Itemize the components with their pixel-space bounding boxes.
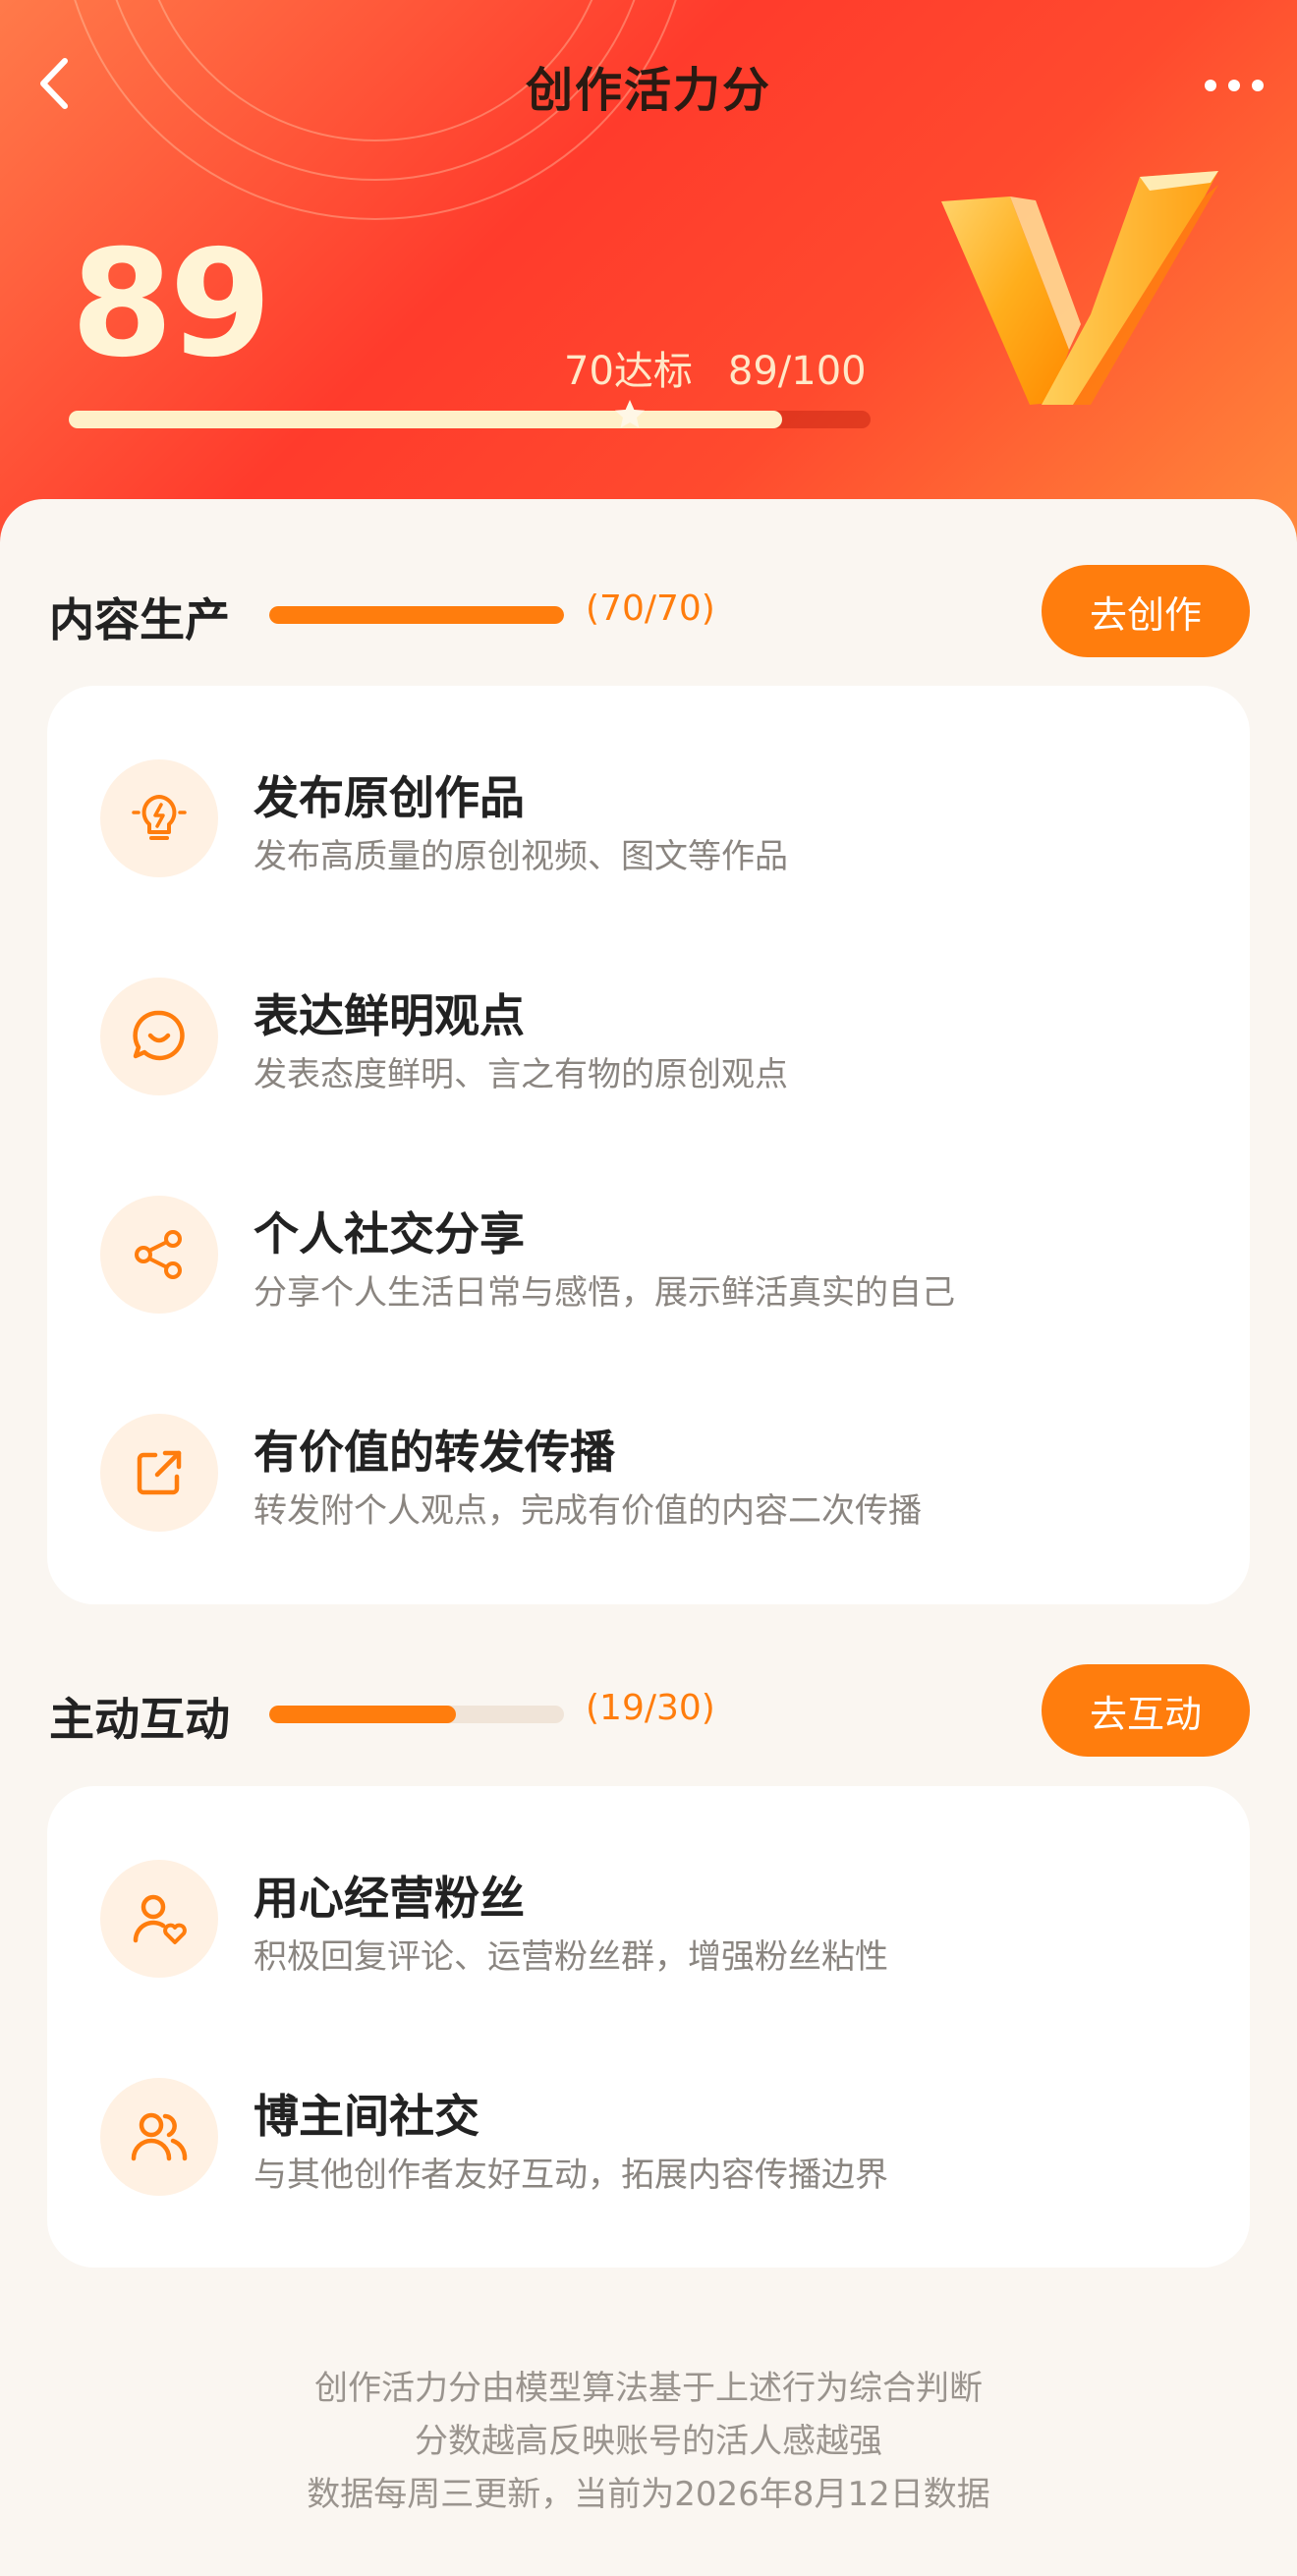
list-item[interactable]: 表达鲜明观点 发表态度鲜明、言之有物的原创观点 [47, 904, 1250, 1122]
section-title: 主动互动 [49, 1693, 230, 1746]
item-title: 有价值的转发传播 [254, 1426, 615, 1479]
page-title: 创作活力分 [525, 63, 771, 118]
content-production-card: 发布原创作品 发布高质量的原创视频、图文等作品 表达鲜明观点 发表态度鲜明、言之… [47, 686, 1250, 1604]
section-progress-bar [269, 1706, 564, 1723]
smile-chat-icon [133, 1010, 185, 1061]
section-progress-fill [269, 606, 564, 624]
item-title: 博主间社交 [254, 2090, 479, 2143]
hero-banner: 创作活力分 89 70达标 89/100 [0, 0, 1297, 550]
lightbulb-icon [132, 795, 187, 840]
item-description: 分享个人生活日常与感悟，展示鲜活真实的自己 [254, 1273, 955, 1313]
footer-line: 数据每周三更新，当前为2026年8月12日数据 [307, 2475, 990, 2514]
users-icon [131, 2112, 188, 2161]
section-header-active-interaction: 主动互动 (19/30) 去互动 [0, 1664, 1297, 1759]
score-progress-text: 89/100 [727, 349, 867, 394]
user-heart-icon [133, 1894, 187, 1944]
score-progress-bar [69, 400, 871, 428]
score-value: 89 [71, 219, 272, 390]
item-title: 用心经营粉丝 [254, 1872, 525, 1925]
list-item[interactable]: 有价值的转发传播 转发附个人观点，完成有价值的内容二次传播 [47, 1340, 1250, 1558]
item-title: 发布原创作品 [254, 771, 525, 824]
list-item[interactable]: 博主间社交 与其他创作者友好互动，拓展内容传播边界 [47, 2004, 1250, 2222]
item-description: 发表态度鲜明、言之有物的原创观点 [254, 1055, 788, 1094]
section-progress-fill [269, 1706, 456, 1723]
more-button[interactable] [1195, 49, 1273, 118]
icon-circle [100, 1196, 218, 1314]
score-progress-fill [69, 411, 783, 428]
section-header-content-production: 内容生产 (70/70) 去创作 [0, 565, 1297, 659]
section-title: 内容生产 [49, 593, 230, 646]
footer-note: 创作活力分由模型算法基于上述行为综合判断 分数越高反映账号的活人感越强 数据每周… [0, 2362, 1297, 2521]
icon-circle [100, 1414, 218, 1532]
item-description: 转发附个人观点，完成有价值的内容二次传播 [254, 1491, 922, 1531]
top-bar: 创作活力分 [0, 39, 1297, 128]
item-description: 发布高质量的原创视频、图文等作品 [254, 837, 788, 876]
section-progress-text: (70/70) [586, 588, 715, 629]
forward-icon [137, 1450, 182, 1495]
threshold-label: 70达标 [564, 349, 693, 394]
share-icon [135, 1230, 182, 1279]
section-progress-text: (19/30) [586, 1688, 715, 1728]
more-dots-icon [1205, 80, 1264, 91]
item-title: 个人社交分享 [254, 1207, 525, 1260]
create-button[interactable]: 去创作 [1042, 565, 1250, 657]
interact-button[interactable]: 去互动 [1042, 1664, 1250, 1757]
section-progress-bar [269, 606, 564, 624]
v-badge-icon [941, 171, 1218, 405]
item-description: 与其他创作者友好互动，拓展内容传播边界 [254, 2156, 888, 2195]
list-item[interactable]: 发布原创作品 发布高质量的原创视频、图文等作品 [47, 686, 1250, 904]
threshold-star-icon [615, 400, 646, 428]
list-item[interactable]: 用心经营粉丝 积极回复评论、运营粉丝群，增强粉丝粘性 [47, 1786, 1250, 2004]
item-title: 表达鲜明观点 [254, 989, 525, 1042]
icon-circle [100, 978, 218, 1095]
footer-line: 分数越高反映账号的活人感越强 [415, 2422, 882, 2461]
icon-circle [100, 759, 218, 877]
score-meta: 70达标 89/100 [564, 339, 867, 396]
active-interaction-card: 用心经营粉丝 积极回复评论、运营粉丝群，增强粉丝粘性 博主间社交 与其他创作者友… [47, 1786, 1250, 2268]
footer-line: 创作活力分由模型算法基于上述行为综合判断 [314, 2369, 983, 2408]
list-item[interactable]: 个人社交分享 分享个人生活日常与感悟，展示鲜活真实的自己 [47, 1122, 1250, 1340]
item-description: 积极回复评论、运营粉丝群，增强粉丝粘性 [254, 1937, 888, 1977]
icon-circle [100, 2078, 218, 2196]
icon-circle [100, 1860, 218, 1978]
